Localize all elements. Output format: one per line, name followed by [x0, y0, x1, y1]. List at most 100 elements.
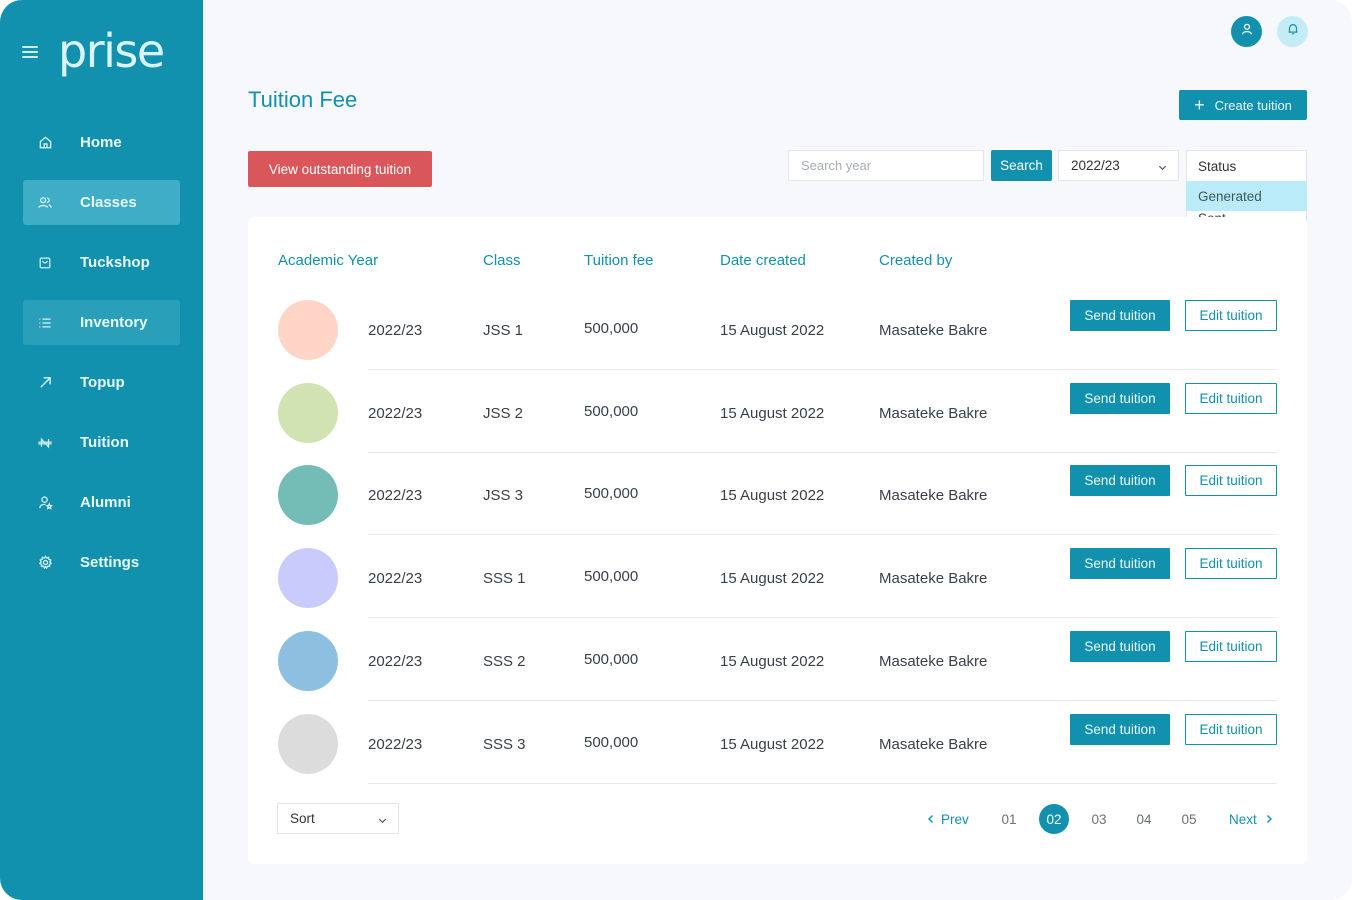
- sort-select-label: Sort: [290, 811, 315, 826]
- pagination-next[interactable]: Next: [1229, 804, 1273, 834]
- class-avatar: [278, 300, 338, 360]
- send-tuition-button[interactable]: Send tuition: [1070, 465, 1170, 497]
- table-row: 2022/23 JSS 3 500,000 15 August 2022 Masatek…: [248, 465, 1307, 548]
- column-header-tuition-fee: Tuition fee: [584, 252, 654, 269]
- plus-icon: +: [1194, 95, 1205, 115]
- pagination-page[interactable]: 04: [1129, 804, 1159, 834]
- sidebar-item-alumni[interactable]: Alumni: [23, 480, 180, 525]
- sidebar-item-label: Settings: [80, 554, 140, 571]
- row-divider: [368, 782, 1277, 784]
- search-button[interactable]: Search: [991, 150, 1052, 181]
- class-cell: SSS 2: [483, 652, 526, 670]
- column-header-date-created: Date created: [720, 252, 806, 269]
- view-outstanding-tuition-button[interactable]: View outstanding tuition: [248, 151, 432, 187]
- edit-tuition-button[interactable]: Edit tuition: [1185, 630, 1277, 662]
- send-tuition-button[interactable]: Send tuition: [1070, 630, 1170, 662]
- sidebar-item-label: Topup: [80, 374, 125, 391]
- tuition-fee-cell: 500,000: [584, 733, 639, 751]
- search-year-input[interactable]: [788, 150, 984, 181]
- edit-tuition-button[interactable]: Edit tuition: [1185, 713, 1277, 745]
- sidebar-item-inventory[interactable]: Inventory: [23, 300, 180, 345]
- pagination-page-current[interactable]: 02: [1039, 804, 1069, 834]
- table-row: 2022/23 SSS 2 500,000 15 August 2022 Masatek…: [248, 630, 1307, 714]
- year-select[interactable]: 2022/23: [1058, 150, 1179, 181]
- created-by-cell: Masateke Bakre: [879, 570, 988, 588]
- edit-tuition-button[interactable]: Edit tuition: [1185, 300, 1277, 331]
- create-tuition-label: Create tuition: [1214, 97, 1292, 113]
- sidebar: prise Home Classes Tuckshop Inventory To…: [0, 0, 203, 900]
- row-divider: [368, 534, 1277, 536]
- academic-year-cell: 2022/23: [368, 404, 423, 422]
- pagination-prev-label: Prev: [941, 811, 969, 827]
- sidebar-item-tuition[interactable]: Tuition: [23, 420, 180, 465]
- chevron-right-icon: [1265, 814, 1273, 824]
- tuition-fee-cell: 500,000: [584, 402, 639, 420]
- sidebar-item-label: Tuition: [80, 434, 129, 451]
- pagination-prev[interactable]: Prev: [927, 804, 969, 834]
- row-divider: [368, 369, 1277, 370]
- chevron-left-icon: [927, 814, 935, 824]
- gear-icon: [37, 555, 53, 571]
- pagination-page[interactable]: 03: [1084, 804, 1114, 834]
- row-divider: [368, 451, 1277, 453]
- sidebar-item-settings[interactable]: Settings: [23, 540, 180, 585]
- arrow-up-right-icon: [37, 375, 53, 391]
- user-star-icon: [37, 495, 53, 511]
- status-dropdown-label[interactable]: Status: [1187, 151, 1306, 181]
- tuition-fee-cell: 500,000: [584, 650, 639, 668]
- tuition-table-card: Academic Year Class Tuition fee Date cre…: [248, 217, 1307, 864]
- class-avatar: [278, 630, 338, 691]
- chevron-down-icon: [1157, 161, 1168, 176]
- created-by-cell: Masateke Bakre: [879, 487, 988, 505]
- class-avatar: [278, 465, 338, 526]
- class-cell: JSS 3: [483, 487, 524, 505]
- send-tuition-button[interactable]: Send tuition: [1070, 713, 1170, 745]
- pagination-page[interactable]: 05: [1174, 804, 1204, 834]
- send-tuition-button[interactable]: Send tuition: [1070, 382, 1170, 414]
- created-by-cell: Masateke Bakre: [879, 735, 988, 753]
- created-by-cell: Masateke Bakre: [879, 322, 988, 339]
- status-option-generated[interactable]: Generated: [1186, 181, 1307, 211]
- class-avatar: [278, 382, 338, 443]
- academic-year-cell: 2022/23: [368, 487, 423, 505]
- class-avatar: [278, 548, 338, 609]
- sidebar-item-tuckshop[interactable]: Tuckshop: [23, 240, 180, 285]
- academic-year-cell: 2022/23: [368, 322, 423, 339]
- class-avatar: [278, 713, 338, 774]
- academic-year-cell: 2022/23: [368, 735, 423, 753]
- edit-tuition-button[interactable]: Edit tuition: [1185, 465, 1277, 497]
- pagination-page[interactable]: 01: [994, 804, 1024, 834]
- class-cell: JSS 2: [483, 404, 524, 422]
- sidebar-item-classes[interactable]: Classes: [23, 180, 180, 225]
- row-divider: [368, 699, 1277, 701]
- edit-tuition-button[interactable]: Edit tuition: [1185, 382, 1277, 414]
- date-created-cell: 15 August 2022: [720, 487, 825, 505]
- date-created-cell: 15 August 2022: [720, 735, 825, 753]
- sort-select[interactable]: Sort: [277, 803, 399, 834]
- academic-year-cell: 2022/23: [368, 570, 423, 588]
- shopping-bag-icon: [37, 255, 53, 271]
- column-header-academic-year: Academic Year: [278, 252, 379, 269]
- table-row: 2022/23 SSS 3 500,000 15 August 2022 Masatek…: [248, 713, 1307, 797]
- menu-icon[interactable]: [22, 46, 38, 58]
- sidebar-item-home[interactable]: Home: [23, 120, 180, 165]
- send-tuition-button[interactable]: Send tuition: [1070, 300, 1170, 331]
- list-icon: [37, 315, 53, 331]
- bell-icon: [1286, 22, 1300, 41]
- send-tuition-button[interactable]: Send tuition: [1070, 548, 1170, 580]
- edit-tuition-button[interactable]: Edit tuition: [1185, 548, 1277, 580]
- create-tuition-button[interactable]: + Create tuition: [1179, 90, 1307, 120]
- tuition-fee-cell: 500,000: [584, 485, 639, 503]
- sidebar-item-label: Inventory: [80, 314, 148, 331]
- naira-icon: [37, 435, 53, 451]
- created-by-cell: Masateke Bakre: [879, 404, 988, 422]
- class-cell: JSS 1: [483, 322, 524, 339]
- sidebar-item-topup[interactable]: Topup: [23, 360, 180, 405]
- date-created-cell: 15 August 2022: [720, 652, 825, 670]
- sidebar-item-label: Home: [80, 134, 122, 151]
- sidebar-item-label: Classes: [80, 194, 137, 211]
- profile-button[interactable]: [1231, 16, 1262, 47]
- home-icon: [37, 135, 53, 151]
- tuition-fee-cell: 500,000: [584, 568, 639, 586]
- notifications-button[interactable]: [1277, 16, 1308, 47]
